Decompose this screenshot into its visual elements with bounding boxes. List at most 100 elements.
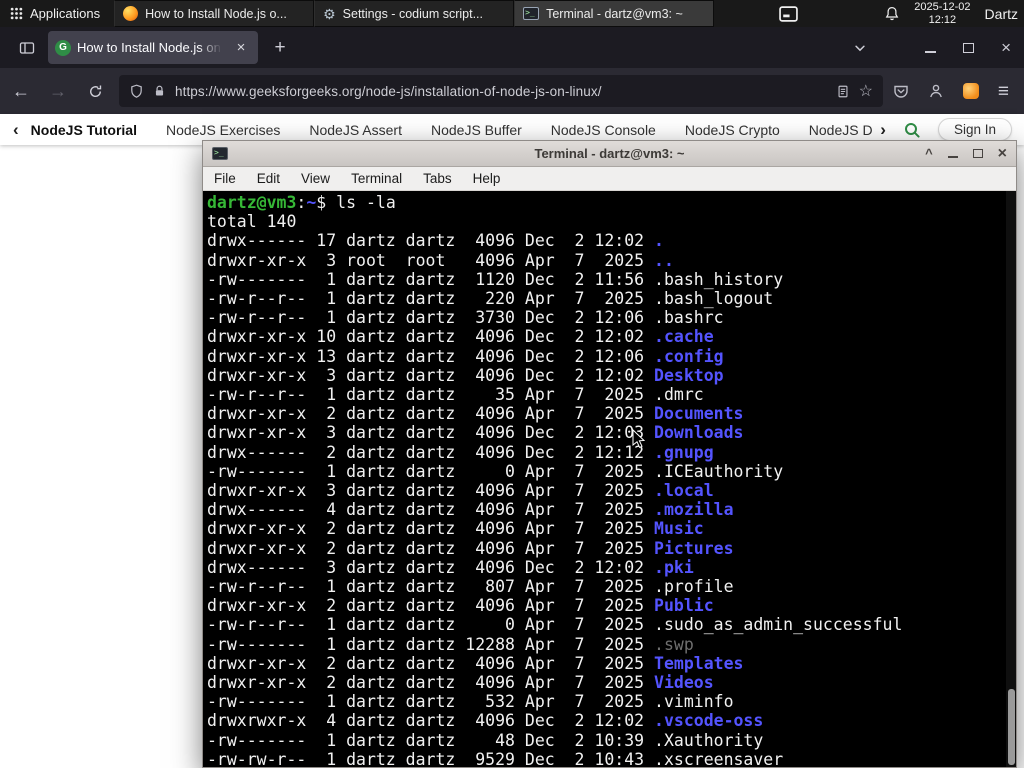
terminal-output: total 140 drwx------ 17 dartz dartz 4096 … (207, 212, 1016, 767)
clock[interactable]: 2025-12-02 12:12 (914, 1, 970, 26)
terminal-line: drwx------ 2 dartz dartz 4096 Dec 2 12:1… (207, 443, 1016, 462)
scrollbar-thumb[interactable] (1007, 689, 1015, 765)
notifications-icon[interactable] (884, 6, 900, 22)
nav-scroll-left-icon[interactable]: ‹ (13, 120, 19, 140)
menu-view[interactable]: View (301, 171, 330, 186)
new-tab-button[interactable]: + (266, 34, 294, 62)
file-name: .ICEauthority (654, 461, 784, 481)
back-button[interactable]: ← (5, 75, 37, 107)
terminal-shade-button[interactable]: ^ (925, 146, 933, 161)
system-bar: Applications How to Install Node.js o...… (0, 0, 1024, 27)
menu-hamburger-icon[interactable]: ≡ (998, 82, 1009, 101)
site-nav-link[interactable]: NodeJS DNS (809, 122, 873, 138)
reader-mode-icon[interactable] (836, 84, 850, 99)
forward-button[interactable]: → (42, 75, 74, 107)
terminal-maximize-button[interactable] (972, 149, 983, 158)
file-name: .config (654, 346, 724, 366)
file-name: Templates (654, 653, 744, 673)
lock-icon[interactable] (153, 84, 166, 98)
terminal-scrollbar[interactable] (1006, 191, 1016, 767)
line-text: -rw-rw-r-- 1 dartz dartz 9529 Dec 2 10:4… (207, 749, 655, 767)
file-name: .bash_logout (654, 289, 774, 309)
toolbar-right-icons: ≡ (893, 82, 1009, 101)
list-all-tabs-icon[interactable] (853, 41, 867, 55)
line-text: drwxrwxr-x 4 dartz dartz 4096 Dec 2 12:0… (207, 711, 655, 731)
tracking-shield-icon[interactable] (129, 84, 144, 99)
tab-bar-controls: × (853, 39, 1024, 56)
tray-terminal-icon[interactable] (779, 5, 799, 22)
window-restore-button[interactable] (963, 42, 975, 53)
terminal-line: total 140 (207, 212, 1016, 231)
line-text: total 140 (207, 212, 297, 232)
file-name: Downloads (654, 423, 744, 443)
file-name: .dmrc (654, 385, 704, 405)
terminal-title: Terminal - dartz@vm3: ~ (534, 146, 685, 161)
terminal-line: drwxr-xr-x 3 dartz dartz 4096 Dec 2 12:0… (207, 366, 1016, 385)
pocket-icon[interactable] (893, 83, 909, 99)
terminal-line: drwxr-xr-x 2 dartz dartz 4096 Apr 7 2025… (207, 404, 1016, 423)
menu-file[interactable]: File (214, 171, 236, 186)
system-tray: 2025-12-02 12:12 Dartz (779, 1, 1024, 26)
terminal-titlebar[interactable]: Terminal - dartz@vm3: ~ ^ × (203, 141, 1016, 167)
extension-icon[interactable] (962, 83, 979, 99)
taskbar-item[interactable]: Terminal - dartz@vm3: ~ (514, 0, 715, 27)
line-text: drwxr-xr-x 13 dartz dartz 4096 Dec 2 12:… (207, 346, 655, 366)
terminal-minimize-button[interactable] (947, 156, 958, 158)
terminal-close-button[interactable]: × (998, 145, 1007, 162)
site-nav-link[interactable]: NodeJS Console (551, 122, 656, 138)
applications-label: Applications (30, 6, 101, 21)
file-name: Documents (654, 404, 744, 424)
window-close-button[interactable]: × (1001, 39, 1011, 56)
tab-close-icon[interactable]: × (231, 38, 251, 58)
url-bar[interactable]: https://www.geeksforgeeks.org/node-js/in… (119, 75, 883, 107)
terminal-line: drwxr-xr-x 2 dartz dartz 4096 Apr 7 2025… (207, 673, 1016, 692)
terminal-line: drwxrwxr-x 4 dartz dartz 4096 Dec 2 12:0… (207, 711, 1016, 730)
file-name: .mozilla (654, 500, 734, 520)
file-name: .Xauthority (654, 730, 764, 750)
site-nav-link[interactable]: NodeJS Assert (309, 122, 402, 138)
terminal-line: drwx------ 4 dartz dartz 4096 Apr 7 2025… (207, 500, 1016, 519)
file-name: Music (654, 519, 704, 539)
applications-menu[interactable]: Applications (0, 0, 110, 27)
site-nav-link[interactable]: NodeJS Exercises (166, 122, 280, 138)
line-text: drwxr-xr-x 3 dartz dartz 4096 Dec 2 12:0… (207, 365, 655, 385)
browser-tab[interactable]: G How to Install Node.js on × (48, 31, 258, 64)
account-icon[interactable] (928, 83, 944, 99)
user-menu[interactable]: Dartz (985, 6, 1018, 22)
site-nav-link[interactable]: NodeJS Buffer (431, 122, 522, 138)
bookmark-star-icon[interactable]: ☆ (859, 81, 873, 101)
settings-icon: ⚙ (323, 5, 336, 22)
file-name: .local (654, 481, 714, 501)
reload-icon[interactable] (79, 75, 111, 107)
file-name: .gnupg (654, 442, 714, 462)
applications-icon (10, 7, 23, 20)
terminal-line: drwxr-xr-x 2 dartz dartz 4096 Apr 7 2025… (207, 654, 1016, 673)
terminal-screen[interactable]: dartz@vm3:~$ ls -la total 140 drwx------ … (203, 191, 1016, 767)
terminal-line: -rw-r--r-- 1 dartz dartz 0 Apr 7 2025 .s… (207, 615, 1016, 634)
terminal-line: -rw-r--r-- 1 dartz dartz 220 Apr 7 2025 … (207, 289, 1016, 308)
terminal-line: -rw------- 1 dartz dartz 12288 Apr 7 202… (207, 635, 1016, 654)
search-icon[interactable] (903, 121, 921, 139)
window-minimize-button[interactable] (925, 50, 937, 53)
file-name: .. (654, 250, 674, 270)
file-name: .sudo_as_admin_successful (654, 615, 903, 635)
site-nav-link[interactable]: NodeJS Crypto (685, 122, 780, 138)
menu-help[interactable]: Help (473, 171, 501, 186)
site-nav-link[interactable]: NodeJS Tutorial (31, 122, 137, 138)
browser-toolbar: ← → https://www.geeksforgeeks.org/node-j… (0, 68, 1024, 114)
firefox-view-icon[interactable] (13, 34, 41, 62)
terminal-window-icon (212, 147, 228, 160)
nav-scroll-right-icon[interactable]: › (880, 120, 886, 140)
sign-in-button[interactable]: Sign In (937, 118, 1012, 141)
taskbar-item[interactable]: How to Install Node.js o... (114, 0, 315, 27)
file-name: .pki (654, 557, 694, 577)
menu-terminal[interactable]: Terminal (351, 171, 402, 186)
menu-tabs[interactable]: Tabs (423, 171, 452, 186)
taskbar-item[interactable]: ⚙ Settings - codium script... (314, 0, 515, 27)
terminal-line: drwxr-xr-x 3 root root 4096 Apr 7 2025 .… (207, 251, 1016, 270)
menu-edit[interactable]: Edit (257, 171, 280, 186)
line-text: drwx------ 4 dartz dartz 4096 Apr 7 2025 (207, 500, 655, 520)
url-text: https://www.geeksforgeeks.org/node-js/in… (175, 83, 602, 99)
terminal-line: -rw------- 1 dartz dartz 1120 Dec 2 11:5… (207, 270, 1016, 289)
site-nav-right: › Sign In (880, 118, 1012, 141)
